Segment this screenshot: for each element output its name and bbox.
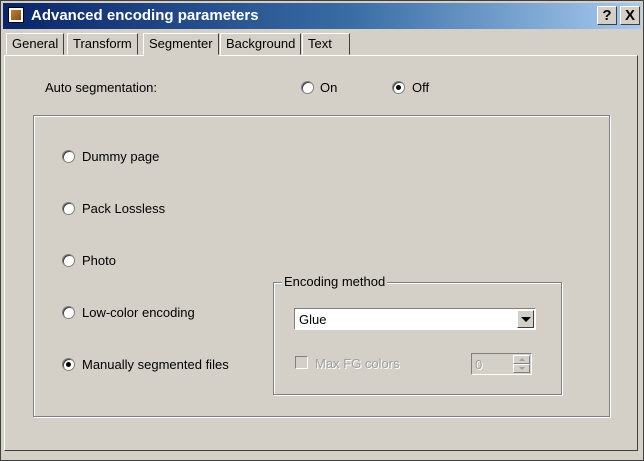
auto-seg-off-label[interactable]: Off	[412, 80, 429, 95]
max-fg-colors-stepper[interactable]: 0	[471, 353, 532, 375]
encoding-method-legend: Encoding method	[282, 274, 388, 289]
encoding-method-value: Glue	[299, 312, 327, 327]
low-color-encoding-radio[interactable]	[62, 306, 75, 319]
max-fg-colors-checkbox[interactable]	[295, 356, 308, 369]
spin-up-icon[interactable]	[513, 355, 530, 364]
max-fg-colors-value[interactable]: 0	[475, 357, 482, 372]
dummy-page-label[interactable]: Dummy page	[82, 149, 159, 164]
tab-background[interactable]: Background	[220, 33, 302, 55]
help-button[interactable]: ?	[597, 6, 617, 25]
tab-general[interactable]: General	[6, 33, 65, 55]
pack-lossless-label[interactable]: Pack Lossless	[82, 201, 165, 216]
tab-text[interactable]: Text	[302, 33, 350, 55]
title-bar[interactable]: Advanced encoding parameters ? X	[3, 3, 641, 29]
encoding-method-select[interactable]: Glue	[294, 308, 536, 330]
auto-seg-on-label[interactable]: On	[320, 80, 337, 95]
auto-seg-off-radio[interactable]	[392, 81, 405, 94]
tab-transform[interactable]: Transform	[67, 33, 138, 55]
chevron-down-icon[interactable]	[517, 310, 534, 328]
dummy-page-radio[interactable]	[62, 150, 75, 163]
photo-label[interactable]: Photo	[82, 253, 116, 268]
tab-segmenter-label: Segmenter	[149, 36, 213, 51]
auto-segmentation-label: Auto segmentation:	[45, 80, 158, 95]
app-icon	[8, 7, 24, 23]
dialog-window: Advanced encoding parameters ? X General…	[0, 0, 644, 461]
encoding-method-group	[273, 282, 562, 395]
window-title: Advanced encoding parameters	[31, 7, 259, 24]
manually-segmented-radio[interactable]	[62, 358, 75, 371]
pack-lossless-radio[interactable]	[62, 202, 75, 215]
spin-down-icon[interactable]	[513, 364, 530, 373]
low-color-encoding-label[interactable]: Low-color encoding	[82, 305, 195, 320]
auto-seg-on-radio[interactable]	[301, 81, 314, 94]
photo-radio[interactable]	[62, 254, 75, 267]
close-button[interactable]: X	[620, 6, 640, 25]
max-fg-colors-label: Max FG colors	[315, 356, 400, 371]
tab-segmenter[interactable]: Segmenter	[143, 33, 219, 55]
manually-segmented-label[interactable]: Manually segmented files	[82, 357, 229, 372]
